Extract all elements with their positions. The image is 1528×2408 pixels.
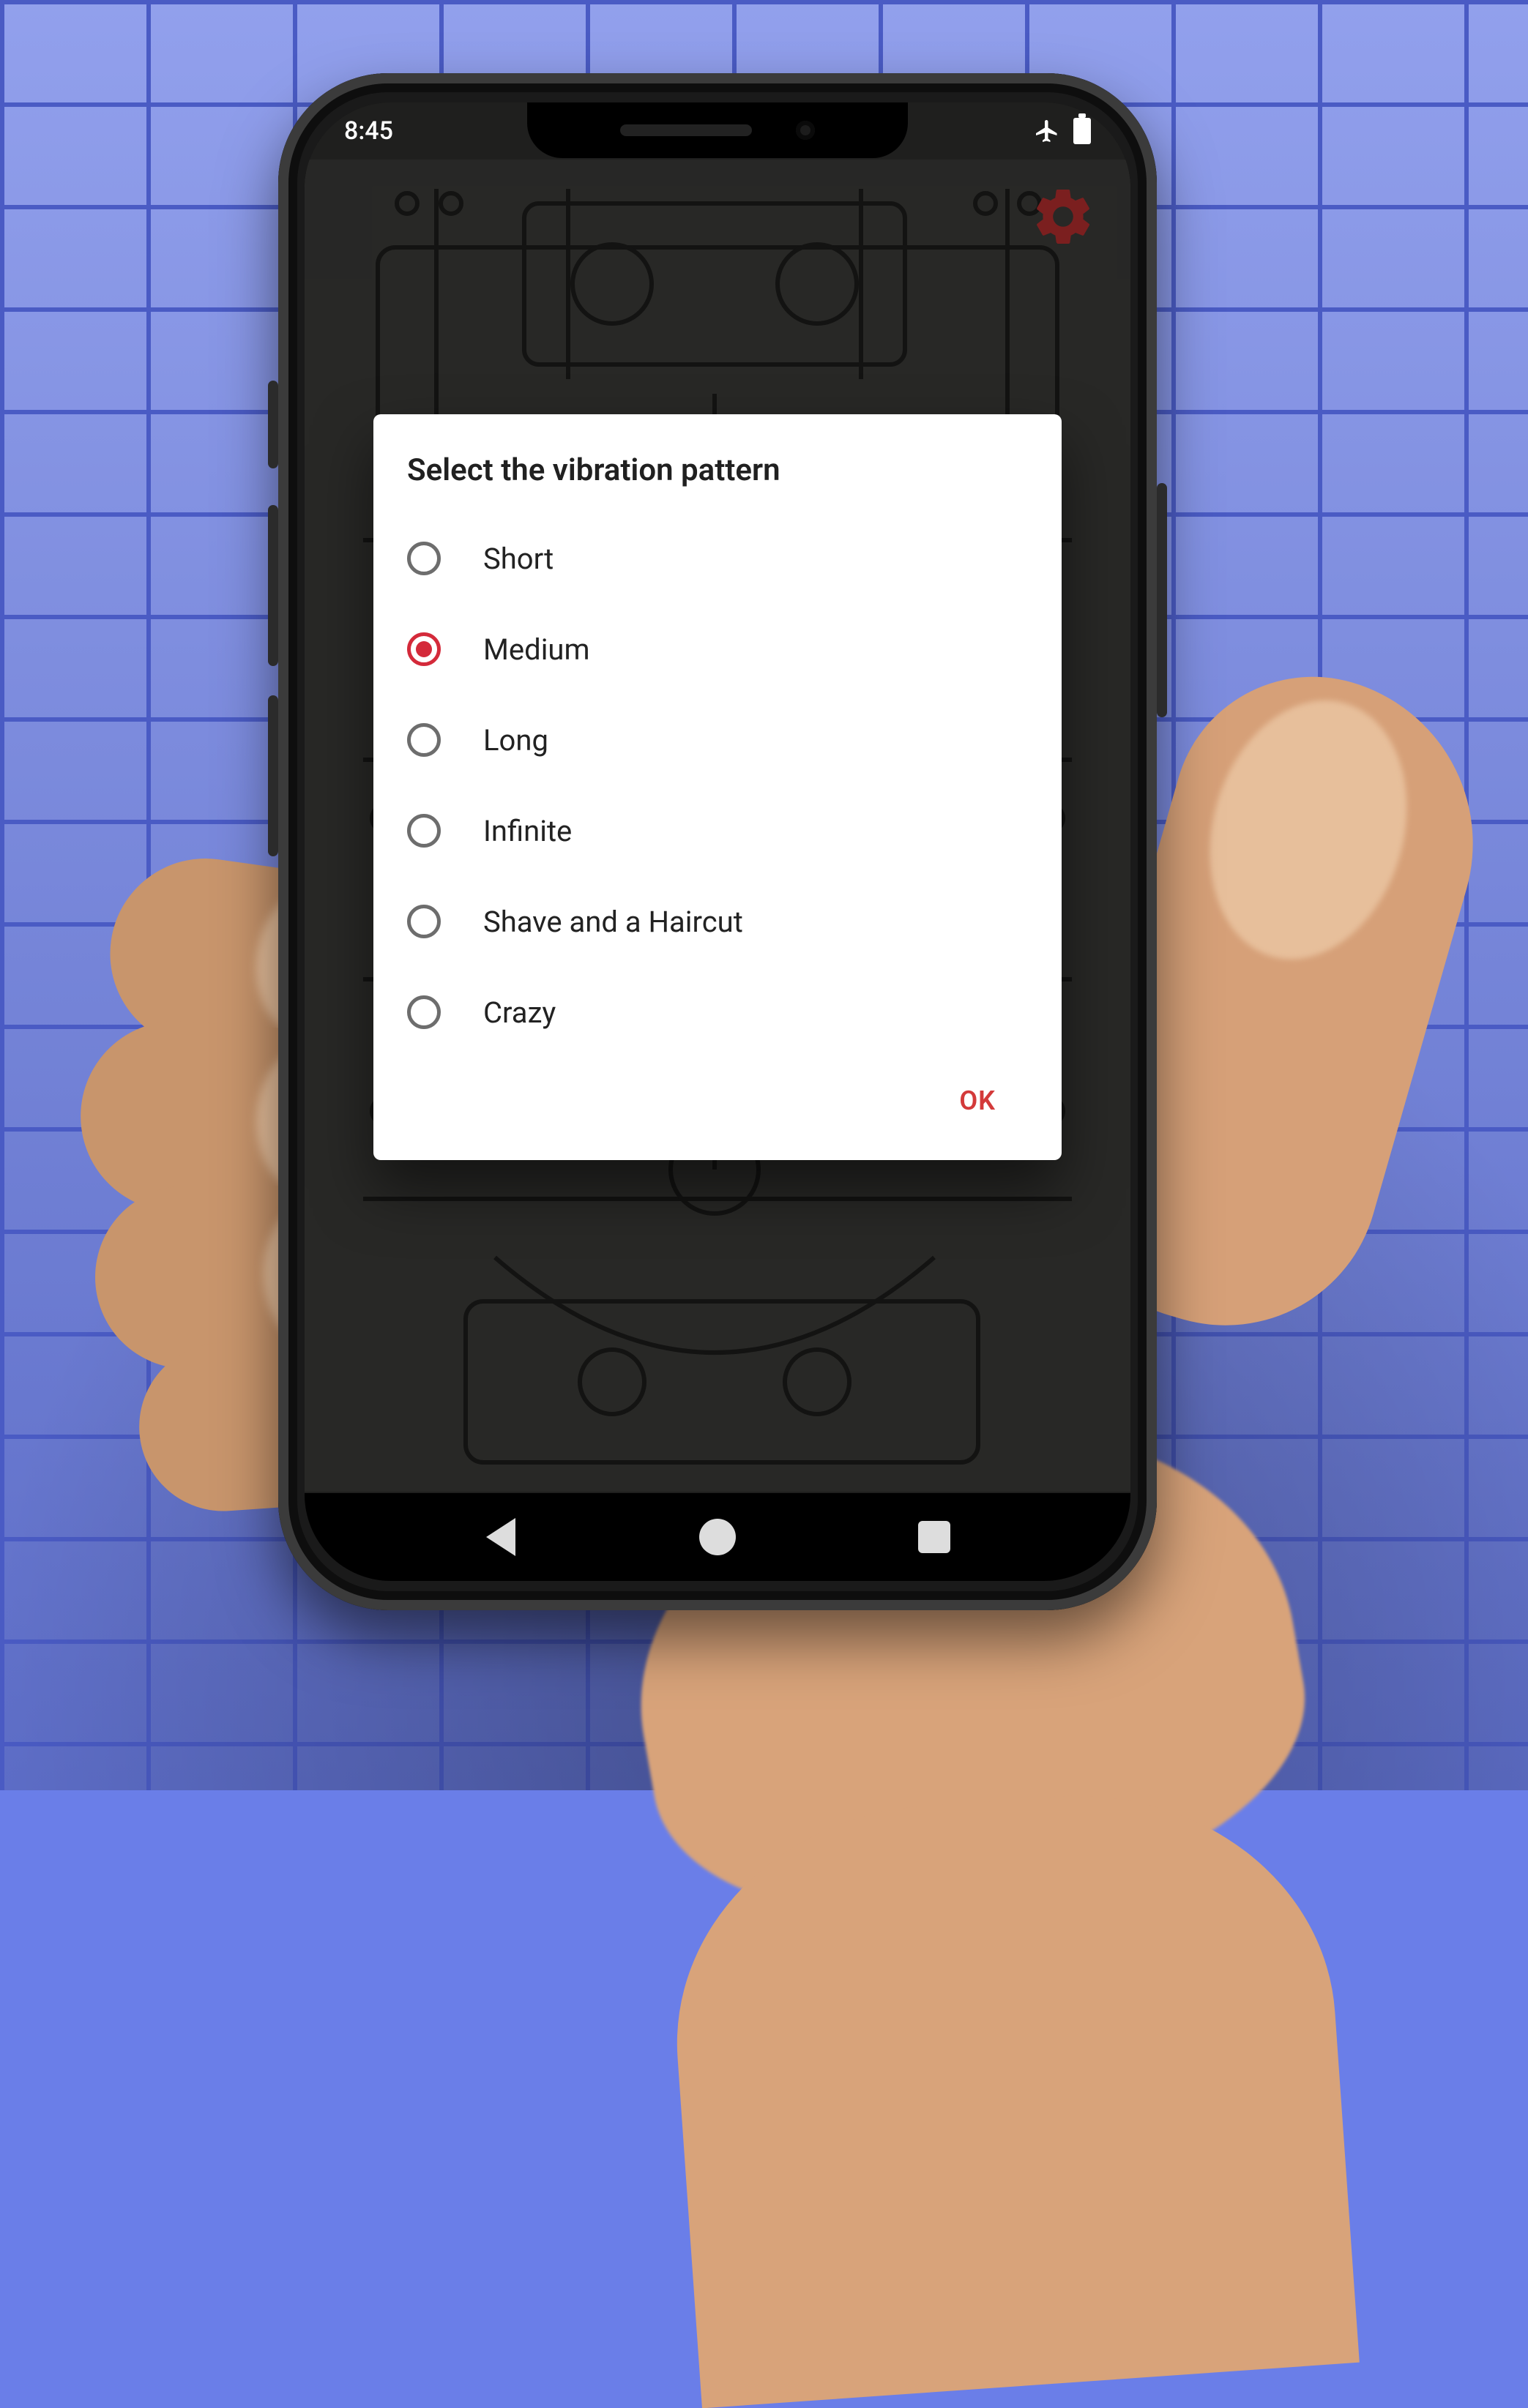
airplane-mode-icon bbox=[1034, 118, 1060, 144]
radio-selected-icon bbox=[407, 632, 441, 666]
phone-volume-down-button bbox=[268, 695, 278, 856]
option-short[interactable]: Short bbox=[407, 513, 1028, 604]
phone-screen: 8:45 Select the vibration pattern Short … bbox=[305, 102, 1130, 1581]
option-long[interactable]: Long bbox=[407, 695, 1028, 785]
android-navigation-bar bbox=[305, 1493, 1130, 1581]
vibration-pattern-dialog: Select the vibration pattern Short Mediu… bbox=[373, 414, 1062, 1160]
phone-power-button bbox=[1157, 483, 1167, 717]
option-label: Short bbox=[483, 542, 554, 576]
option-crazy[interactable]: Crazy bbox=[407, 967, 1028, 1058]
settings-button[interactable] bbox=[1029, 183, 1097, 250]
option-shave-and-a-haircut[interactable]: Shave and a Haircut bbox=[407, 876, 1028, 967]
phone-side-button bbox=[268, 381, 278, 468]
phone-front-camera bbox=[796, 121, 815, 140]
radio-icon bbox=[407, 723, 441, 757]
option-label: Long bbox=[483, 723, 548, 758]
dialog-actions: OK bbox=[407, 1058, 1028, 1141]
option-label: Shave and a Haircut bbox=[483, 905, 743, 939]
back-triangle-icon bbox=[486, 1518, 515, 1556]
nav-home-button[interactable] bbox=[697, 1517, 738, 1558]
phone-frame: 8:45 Select the vibration pattern Short … bbox=[278, 73, 1157, 1610]
radio-icon bbox=[407, 542, 441, 575]
phone-volume-up-button bbox=[268, 505, 278, 666]
radio-icon bbox=[407, 814, 441, 848]
nav-recent-button[interactable] bbox=[914, 1517, 955, 1558]
option-infinite[interactable]: Infinite bbox=[407, 785, 1028, 876]
recent-square-icon bbox=[918, 1521, 950, 1553]
radio-icon bbox=[407, 905, 441, 938]
gear-icon bbox=[1029, 183, 1097, 250]
battery-full-icon bbox=[1073, 118, 1091, 144]
phone-speaker bbox=[620, 124, 752, 136]
option-label: Crazy bbox=[483, 995, 556, 1030]
dialog-title: Select the vibration pattern bbox=[407, 452, 1028, 488]
home-circle-icon bbox=[699, 1519, 736, 1555]
status-time: 8:45 bbox=[344, 116, 393, 146]
option-label: Infinite bbox=[483, 814, 572, 848]
nav-back-button[interactable] bbox=[480, 1517, 521, 1558]
option-medium[interactable]: Medium bbox=[407, 604, 1028, 695]
option-label: Medium bbox=[483, 632, 590, 667]
ok-button[interactable]: OK bbox=[942, 1072, 1013, 1129]
phone-notch bbox=[527, 102, 908, 158]
dialog-options-list: Short Medium Long Infinite Shave and a H… bbox=[407, 513, 1028, 1058]
radio-icon bbox=[407, 995, 441, 1029]
